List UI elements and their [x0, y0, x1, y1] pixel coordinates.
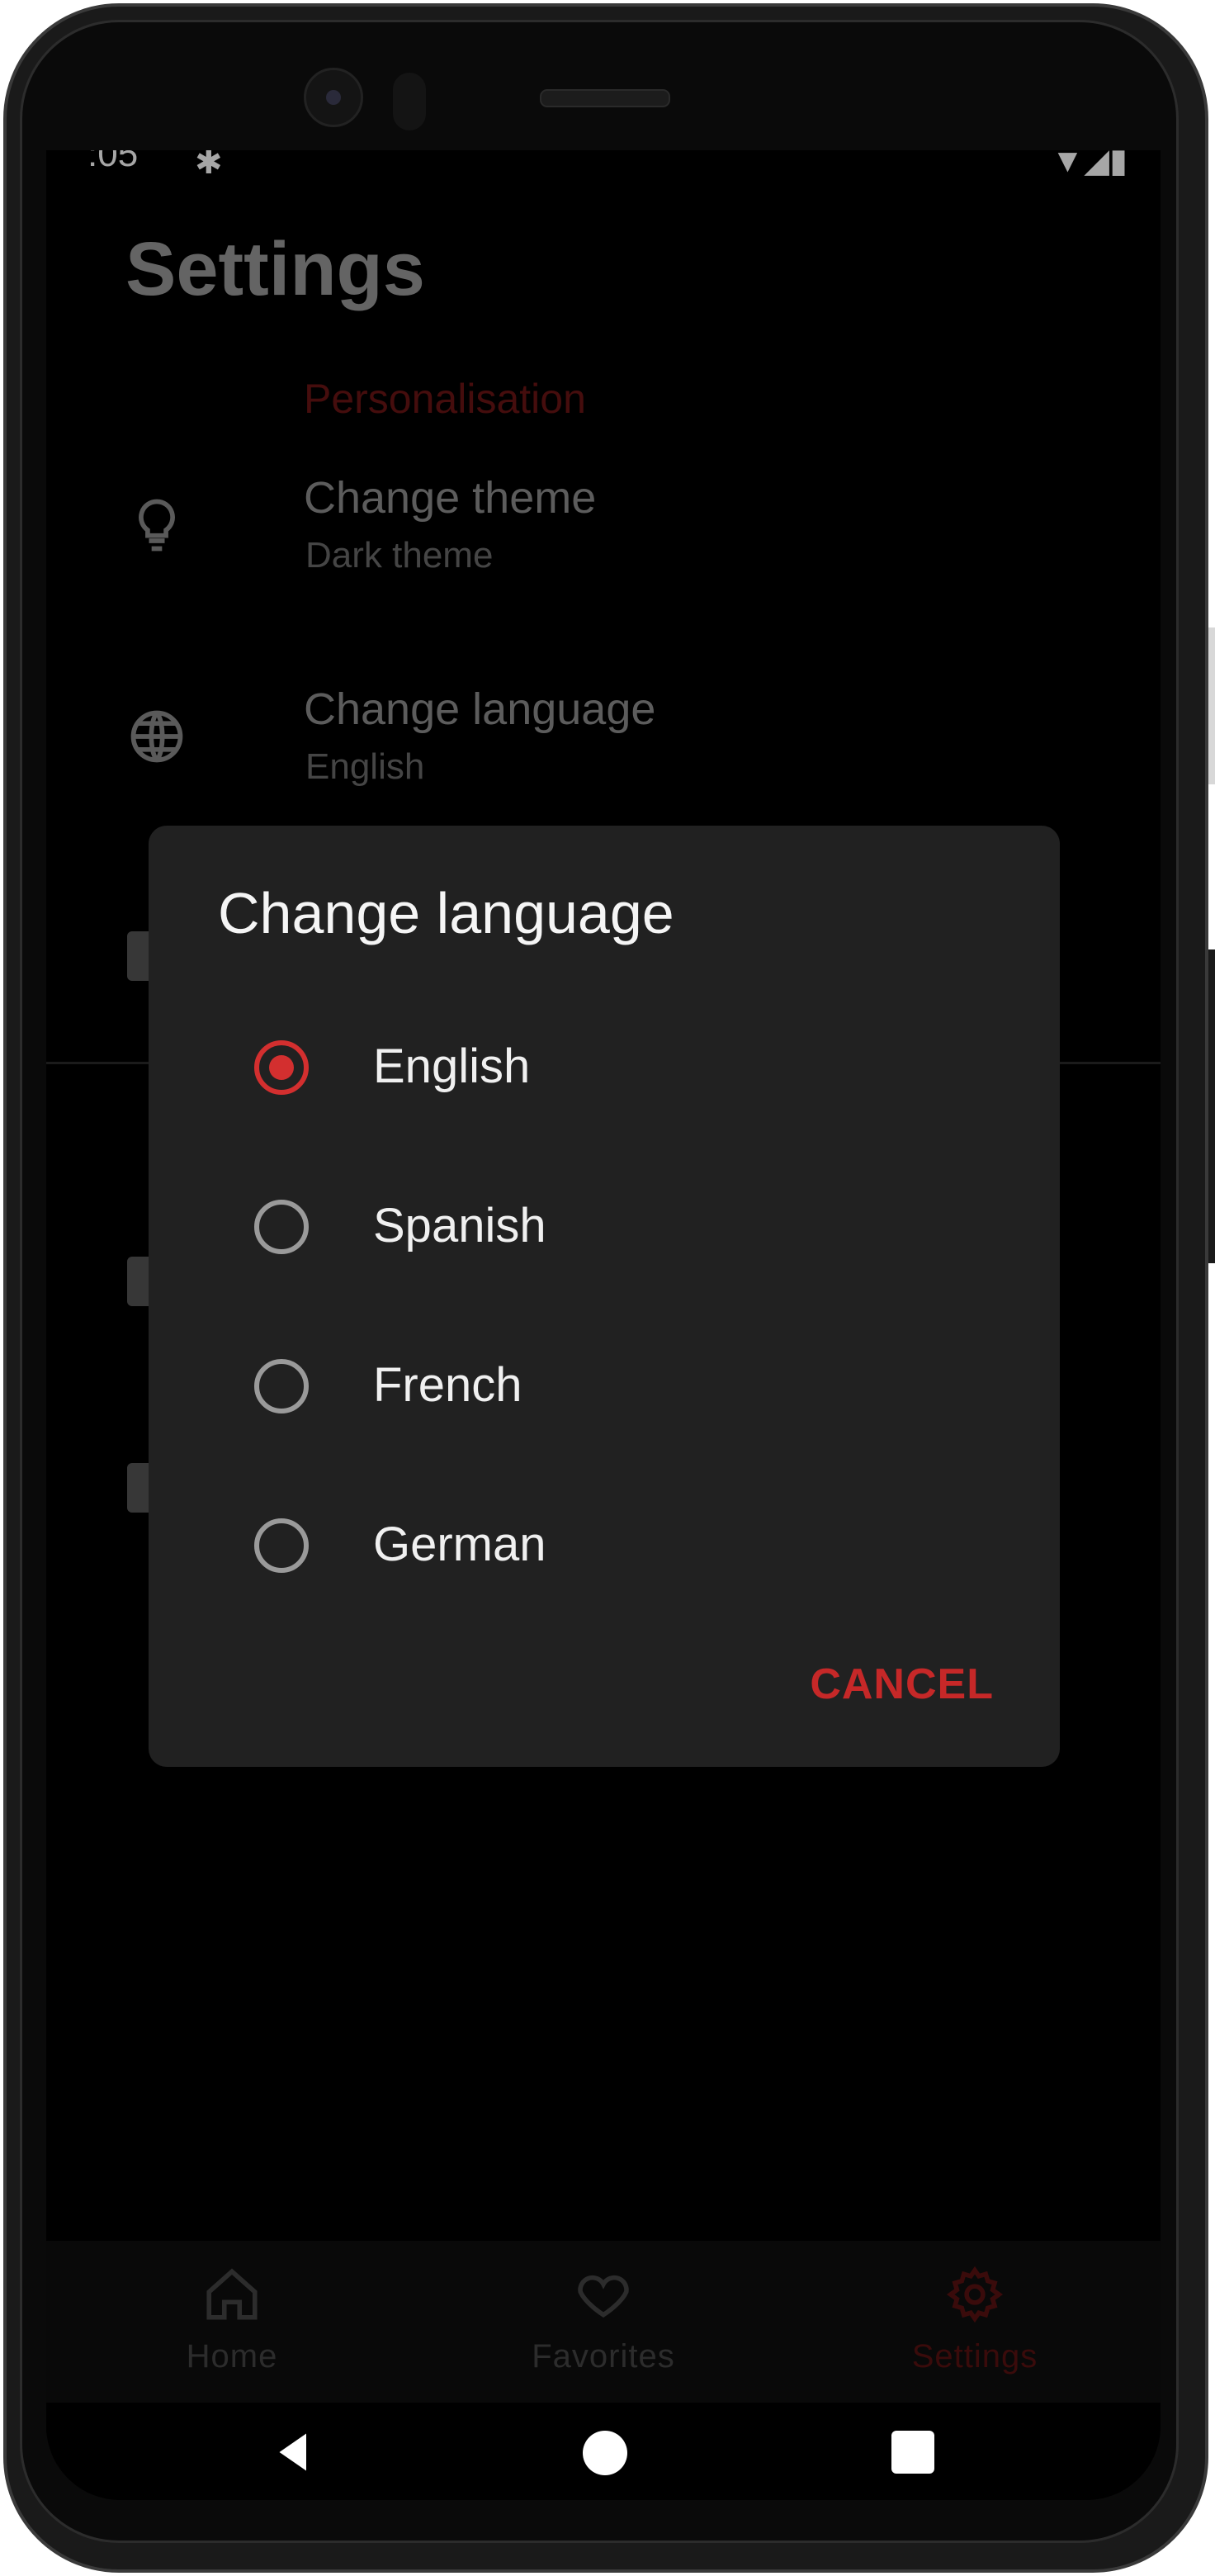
language-option-spanish[interactable]: Spanish	[149, 1150, 1060, 1309]
language-option-english[interactable]: English	[149, 991, 1060, 1149]
dialog-title: Change language	[218, 881, 674, 945]
option-label: French	[373, 1358, 522, 1412]
option-label: English	[373, 1039, 531, 1093]
radio-button-selected[interactable]	[254, 1040, 309, 1095]
earpiece-speaker	[540, 89, 670, 107]
recents-square-icon[interactable]	[891, 2431, 934, 2474]
front-camera	[304, 68, 363, 127]
system-navigation-bar	[46, 2403, 1161, 2500]
language-option-german[interactable]: German	[149, 1469, 1060, 1627]
proximity-sensor	[393, 73, 426, 130]
back-icon[interactable]	[269, 2427, 319, 2481]
radio-button[interactable]	[254, 1359, 309, 1413]
radio-button[interactable]	[254, 1200, 309, 1254]
side-button	[1208, 627, 1215, 784]
screen: :05 ✱ ▼◢▮ Settings Personalisation Chang…	[46, 150, 1161, 2500]
cancel-button[interactable]: CANCEL	[810, 1660, 994, 1709]
home-circle-icon[interactable]	[583, 2431, 627, 2475]
volume-button	[1208, 949, 1215, 1263]
language-option-french[interactable]: French	[149, 1309, 1060, 1468]
option-label: German	[373, 1518, 546, 1571]
option-label: Spanish	[373, 1199, 546, 1252]
radio-button[interactable]	[254, 1518, 309, 1573]
change-language-dialog: Change language English Spanish French G…	[149, 826, 1060, 1767]
